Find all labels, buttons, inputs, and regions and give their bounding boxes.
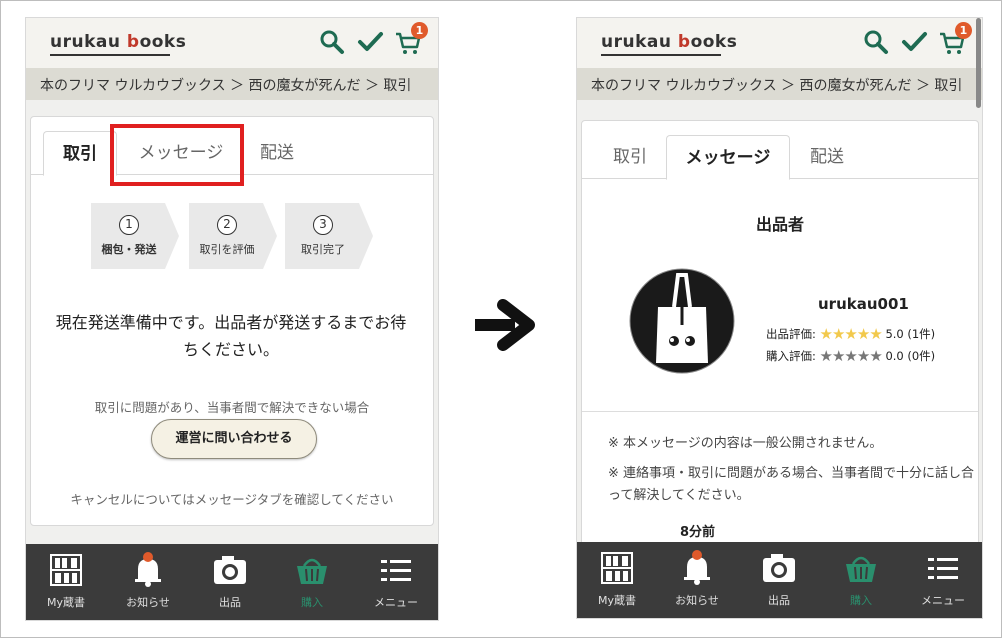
bell-icon [684, 550, 710, 585]
message-tab-highlight [110, 124, 244, 186]
nav-menu[interactable]: メニュー [903, 542, 982, 618]
avatar[interactable] [628, 267, 736, 375]
resolution-notice: ※ 連絡事項・取引に問題がある場合、当事者間で十分に話し合って解決してください。 [608, 466, 975, 503]
camera-icon [214, 556, 246, 584]
basket-icon [846, 556, 876, 582]
cart-count-badge: 1 [411, 22, 428, 39]
bookshelf-icon [601, 552, 633, 584]
tab-shipping[interactable]: 配送 [245, 131, 309, 176]
search-icon[interactable] [318, 28, 346, 56]
star-rating-icon: ★★★★★ [819, 347, 883, 365]
tab-bar: 取引 メッセージ 配送 [582, 121, 978, 180]
phone-screen-message: urukau books 1 本のフリマ ウルカウブックス ＞ 西の魔女が死んだ… [576, 17, 983, 619]
menu-icon [381, 560, 411, 581]
camera-icon [763, 554, 795, 582]
arrow-right-icon [475, 299, 535, 351]
bottom-nav: My蔵書 お知らせ 出品 購入 メニュー [577, 542, 982, 618]
message-timestamp: 8分前 [680, 525, 716, 540]
bell-icon [135, 552, 161, 587]
nav-my-books[interactable]: My蔵書 [26, 544, 106, 620]
logo-underline [601, 54, 721, 56]
logo[interactable]: urukau books [50, 32, 186, 52]
tab-trade[interactable]: 取引 [596, 135, 664, 180]
menu-icon [928, 558, 958, 579]
nav-my-books[interactable]: My蔵書 [577, 542, 657, 618]
seller-section-title: 出品者 [755, 215, 804, 234]
step-rate-trade: 2 取引を評価 [189, 203, 277, 269]
bottom-nav: My蔵書 お知らせ 出品 購入 メニュー [26, 544, 438, 620]
tab-trade[interactable]: 取引 [43, 131, 117, 176]
tab-shipping[interactable]: 配送 [792, 135, 862, 180]
buyer-rating: 購入評価: ★★★★★ 0.0 (0件) [766, 347, 936, 365]
contact-support-button[interactable]: 運営に問い合わせる [151, 419, 317, 459]
status-message: 現在発送準備中です。出品者が発送するまでお待ちください。 [55, 313, 407, 359]
breadcrumb: 本のフリマ ウルカウブックス ＞ 西の魔女が死んだ ＞ 取引 [26, 68, 438, 100]
nav-notifications[interactable]: お知らせ [108, 544, 188, 620]
divider [582, 411, 978, 412]
cancel-note: キャンセルについてはメッセージタブを確認してください [70, 492, 394, 507]
seller-rating: 出品評価: ★★★★★ 5.0 (1件) [766, 325, 936, 343]
privacy-notice: ※ 本メッセージの内容は一般公開されません。 [608, 436, 883, 451]
logo[interactable]: urukau books [601, 32, 737, 52]
nav-purchase[interactable]: 購入 [821, 542, 901, 618]
nav-purchase[interactable]: 購入 [272, 544, 352, 620]
cart-icon[interactable]: 1 [394, 22, 428, 56]
nav-notifications[interactable]: お知らせ [657, 542, 737, 618]
basket-icon [297, 558, 327, 584]
nav-sell[interactable]: 出品 [190, 544, 270, 620]
scrollbar[interactable] [976, 18, 981, 108]
phone-screen-trade: urukau books 1 本のフリマ ウルカウブックス ＞ 西の魔女が死んだ… [25, 17, 439, 621]
nav-sell[interactable]: 出品 [739, 542, 819, 618]
cart-icon[interactable]: 1 [938, 22, 972, 56]
app-header: urukau books 1 [577, 18, 982, 68]
nav-menu[interactable]: メニュー [356, 544, 436, 620]
comparison-frame: urukau books 1 本のフリマ ウルカウブックス ＞ 西の魔女が死んだ… [0, 0, 1002, 638]
message-card: 取引 メッセージ 配送 出品者 urukau001 出品評価: ★★★★★ 5.… [581, 120, 979, 550]
app-header: urukau books 1 [26, 18, 438, 68]
step-trade-complete: 3 取引完了 [285, 203, 373, 269]
bookshelf-icon [50, 554, 82, 586]
search-icon[interactable] [862, 28, 890, 56]
breadcrumb: 本のフリマ ウルカウブックス ＞ 西の魔女が死んだ ＞ 取引 [577, 68, 982, 100]
trouble-note: 取引に問題があり、当事者間で解決できない場合 [94, 400, 370, 415]
seller-username[interactable]: urukau001 [818, 295, 909, 313]
tab-message[interactable]: メッセージ [666, 135, 790, 180]
cart-count-badge: 1 [955, 22, 972, 39]
check-icon[interactable] [356, 28, 384, 56]
star-rating-icon: ★★★★★ [819, 325, 883, 343]
logo-underline [50, 54, 170, 56]
step-pack-ship: 1 梱包・発送 [91, 203, 179, 269]
check-icon[interactable] [900, 28, 928, 56]
